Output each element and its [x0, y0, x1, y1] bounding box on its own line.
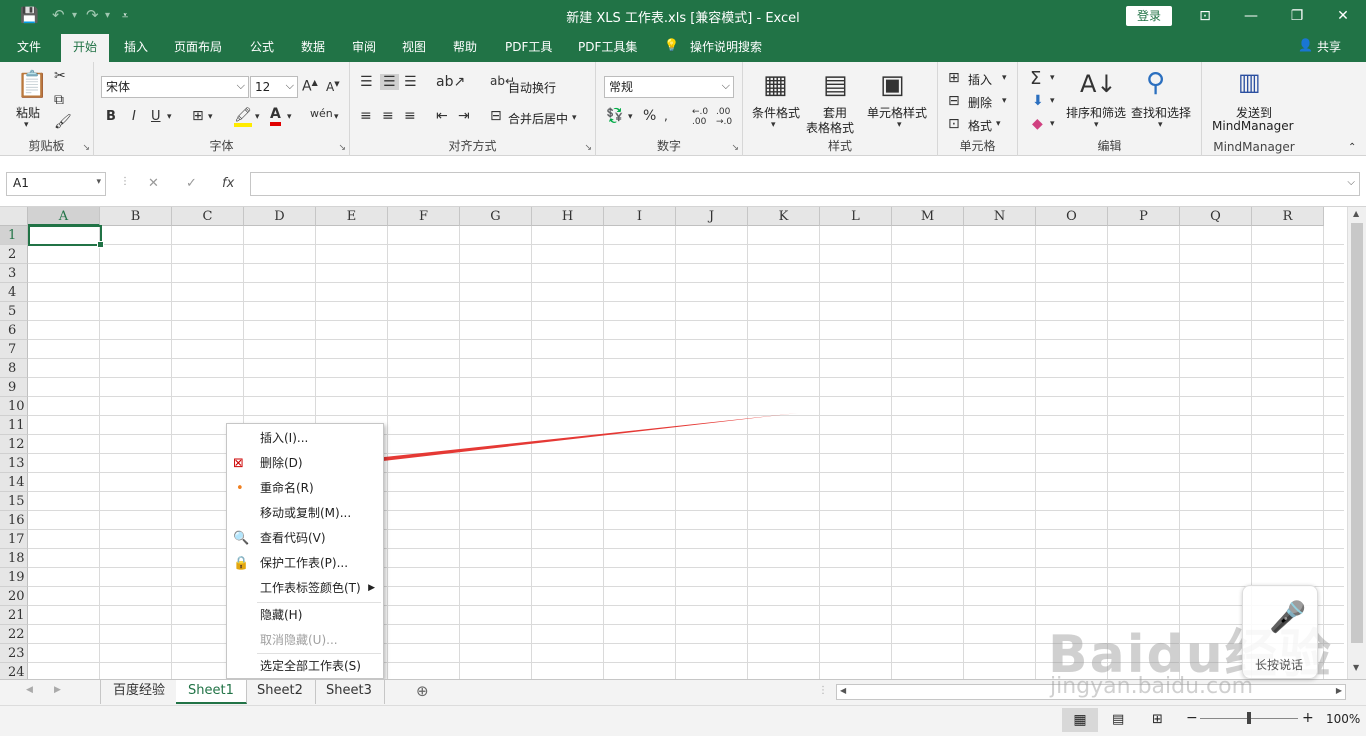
- menu-protect-sheet[interactable]: 🔒 保护工作表(P)...: [227, 551, 383, 576]
- sheet-context-menu: 插入(I)... ⊠ 删除(D) • 重命名(R) 移动或复制(M)... 🔍 查看代…: [226, 423, 384, 679]
- menu-delete[interactable]: ⊠ 删除(D): [227, 451, 383, 476]
- menu-rename[interactable]: • 重命名(R): [227, 476, 383, 501]
- submenu-arrow-icon: ▶: [368, 583, 375, 593]
- normal-view-icon[interactable]: ▦: [1062, 708, 1098, 732]
- next-sheet-icon[interactable]: ▶: [54, 685, 61, 695]
- page-layout-view-icon[interactable]: ▤: [1112, 712, 1124, 727]
- scroll-left-icon[interactable]: ◀: [840, 686, 846, 695]
- add-sheet-icon[interactable]: ⊕: [416, 682, 429, 700]
- status-bar: ▦ ▤ ⊞ − + 100%: [0, 705, 1366, 736]
- menu-view-code[interactable]: 🔍 查看代码(V): [227, 526, 383, 551]
- arrow-shape: [314, 413, 798, 470]
- tab-split-icon[interactable]: ⋮: [818, 685, 828, 696]
- microphone-icon: 🎤: [1269, 600, 1307, 635]
- zoom-out-icon[interactable]: −: [1186, 710, 1198, 726]
- voice-widget[interactable]: 🎤 长按说话: [1242, 585, 1318, 679]
- watermark-url: jingyan.baidu.com: [1050, 674, 1254, 699]
- protect-sheet-icon: 🔒: [233, 556, 250, 571]
- menu-unhide: 取消隐藏(U)...: [260, 633, 338, 647]
- menu-move-copy[interactable]: 移动或复制(M)...: [227, 501, 383, 526]
- sheet-tab[interactable]: Sheet2: [245, 680, 316, 704]
- sheet-tab[interactable]: Sheet3: [314, 680, 385, 704]
- menu-select-all-sheets[interactable]: 选定全部工作表(S): [227, 654, 383, 679]
- page-break-view-icon[interactable]: ⊞: [1152, 712, 1163, 727]
- view-code-icon: 🔍: [233, 531, 250, 546]
- zoom-slider-thumb[interactable]: [1247, 712, 1251, 724]
- zoom-in-icon[interactable]: +: [1302, 710, 1314, 726]
- menu-insert[interactable]: 插入(I)...: [227, 426, 383, 451]
- delete-sheet-icon: ⊠: [233, 456, 244, 471]
- menu-hide[interactable]: 隐藏(H): [227, 603, 383, 628]
- sheet-tab-active[interactable]: Sheet1: [176, 680, 247, 704]
- menu-tab-color[interactable]: 工作表标签颜色(T) ▶: [227, 576, 383, 601]
- dot-icon: •: [236, 481, 244, 496]
- voice-label: 长按说话: [1255, 658, 1304, 672]
- scroll-right-icon[interactable]: ▶: [1336, 686, 1342, 695]
- prev-sheet-icon[interactable]: ◀: [26, 685, 33, 695]
- sheet-tab[interactable]: 百度经验: [100, 680, 179, 704]
- zoom-level[interactable]: 100%: [1326, 712, 1360, 726]
